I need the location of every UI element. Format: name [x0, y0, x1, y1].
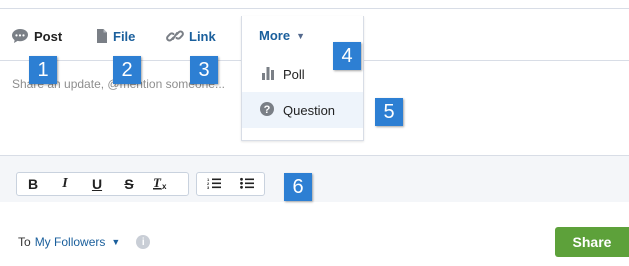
to-label: To	[18, 235, 31, 249]
clear-formatting-button[interactable]: T x	[145, 173, 177, 195]
svg-text:3: 3	[207, 185, 210, 189]
callout-4: 4	[333, 42, 361, 70]
tab-post[interactable]: Post	[11, 28, 62, 44]
underline-label: U	[91, 176, 103, 192]
callout-6: 6	[284, 173, 312, 201]
callout-2: 2	[113, 56, 141, 84]
file-icon	[96, 28, 108, 44]
info-icon[interactable]: i	[136, 235, 151, 249]
bulleted-list-button[interactable]	[230, 173, 263, 195]
audience-link[interactable]: My Followers	[35, 235, 106, 249]
audience-selector: To My Followers ▼ i	[18, 235, 151, 249]
menu-item-poll-label: Poll	[283, 66, 305, 82]
strikethrough-label: S	[124, 176, 134, 192]
bold-button[interactable]: B	[17, 173, 49, 195]
tab-file-label: File	[113, 28, 136, 44]
audience-caret-icon[interactable]: ▼	[111, 237, 120, 247]
text-format-group: B I U S T x	[16, 172, 189, 196]
list-format-group: 1 2 3	[196, 172, 265, 196]
more-dropdown: More ▼ Poll ? Question	[241, 16, 364, 141]
bulleted-list-icon	[239, 176, 254, 192]
tab-more[interactable]: More ▼	[259, 28, 305, 43]
tab-more-label: More	[259, 28, 291, 43]
formatting-toolbar: B I U S T x 1 2 3	[0, 155, 629, 203]
svg-text:T: T	[153, 176, 162, 190]
numbered-list-icon: 1 2 3	[207, 176, 221, 192]
callout-3: 3	[190, 56, 218, 84]
clear-formatting-icon: T x	[153, 175, 169, 193]
caret-down-icon: ▼	[296, 30, 305, 41]
bar-chart-icon	[261, 66, 275, 83]
italic-button[interactable]: I	[49, 173, 81, 195]
question-icon: ?	[259, 101, 275, 120]
share-button[interactable]: Share	[555, 227, 629, 257]
callout-1: 1	[29, 56, 57, 84]
numbered-list-button[interactable]: 1 2 3	[197, 173, 230, 195]
svg-text:x: x	[162, 182, 167, 190]
publisher-footer: To My Followers ▼ i	[0, 202, 629, 266]
tab-post-label: Post	[34, 28, 63, 44]
svg-text:?: ?	[264, 104, 271, 116]
tab-link[interactable]: Link	[166, 28, 216, 44]
underline-button[interactable]: U	[81, 173, 113, 195]
callout-5: 5	[375, 98, 403, 126]
tab-file[interactable]: File	[96, 28, 135, 44]
bold-label: B	[27, 176, 39, 192]
strikethrough-button[interactable]: S	[113, 173, 145, 195]
italic-label: I	[62, 176, 68, 191]
chat-bubble-icon	[11, 28, 29, 44]
menu-item-question[interactable]: ? Question	[242, 92, 363, 128]
menu-item-question-label: Question	[283, 102, 336, 118]
tab-link-label: Link	[189, 28, 216, 44]
link-icon	[166, 28, 184, 44]
top-divider	[0, 8, 629, 9]
